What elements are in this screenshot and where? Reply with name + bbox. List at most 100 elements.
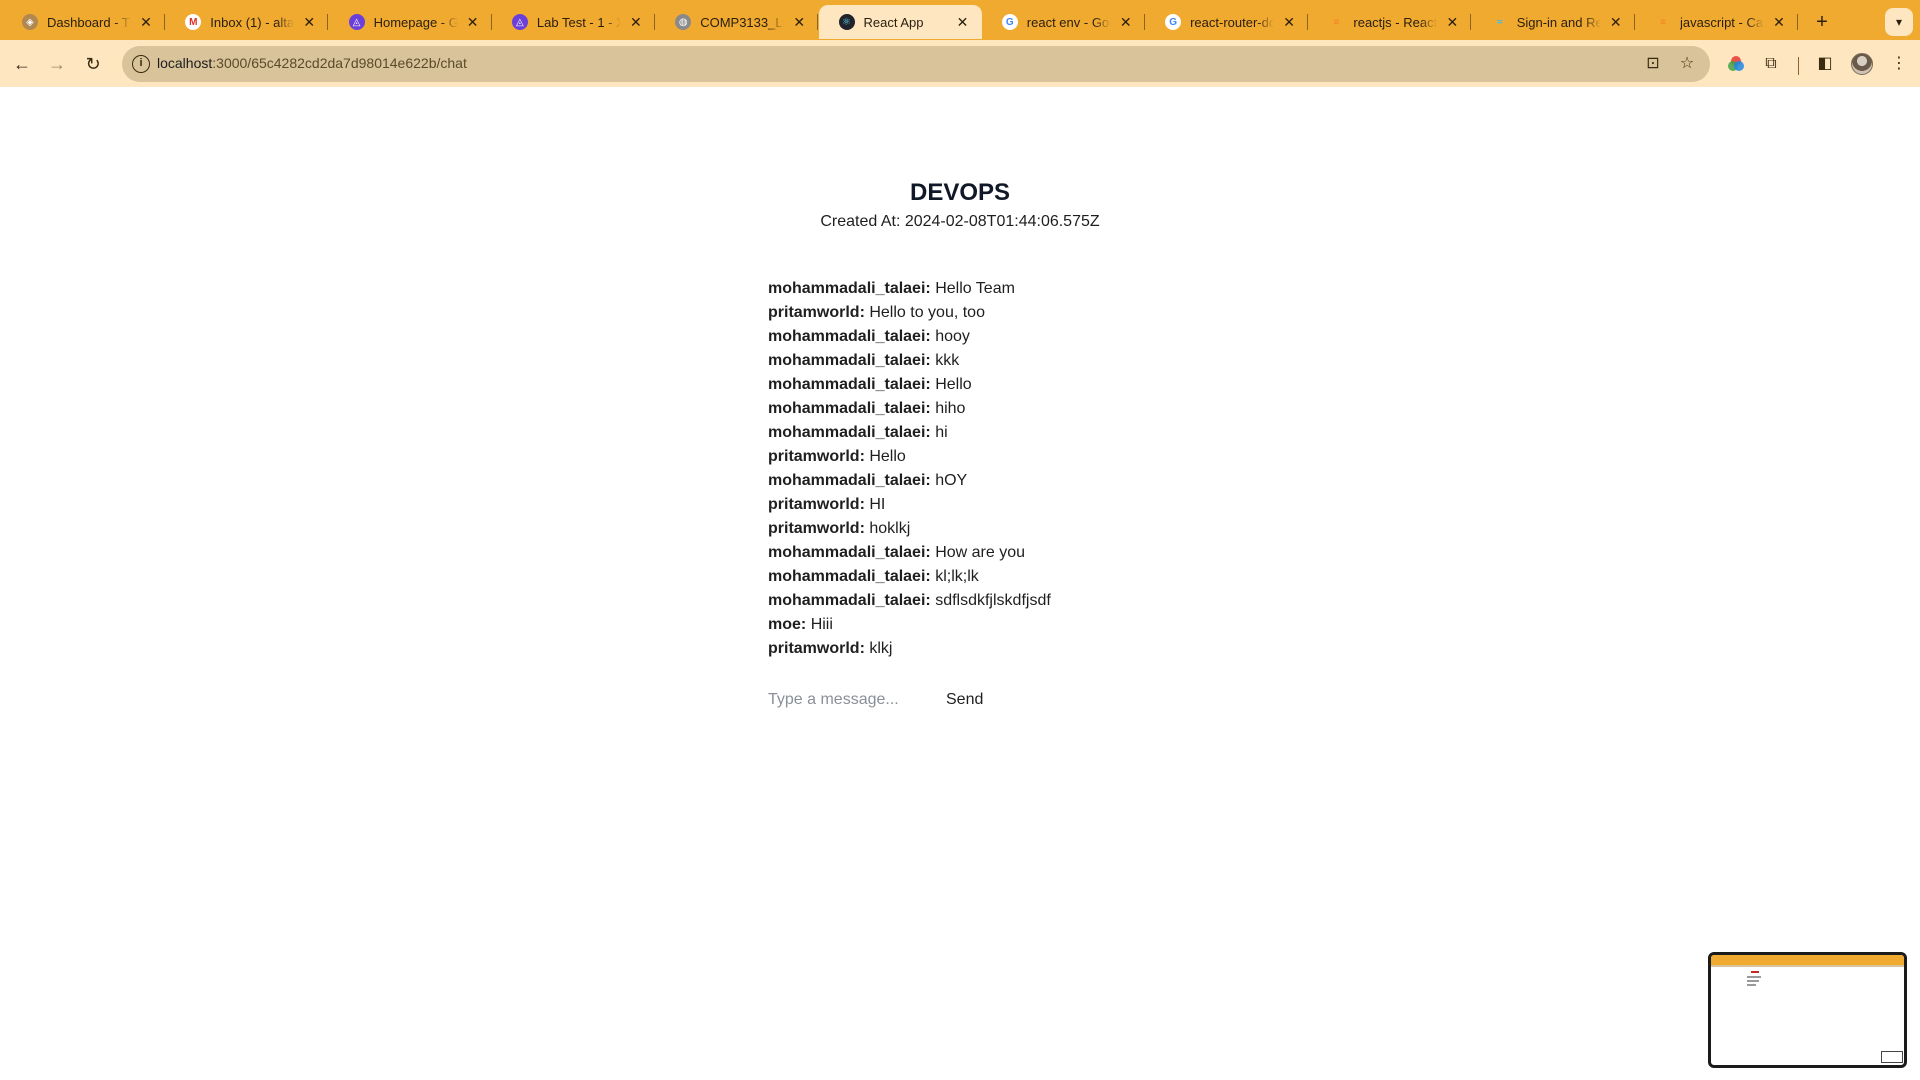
browser-tab[interactable]: ⚛ React App ✕ bbox=[818, 5, 982, 39]
tab-title: reactjs - React F bbox=[1353, 14, 1438, 30]
message-username: mohammadali_talaei: bbox=[768, 472, 931, 489]
browser-tab[interactable]: ◍ COMP3133_Lab ✕ bbox=[655, 5, 819, 39]
browser-tab[interactable]: ≈ Sign-in and Reg ✕ bbox=[1472, 5, 1635, 39]
message-text: kkk bbox=[935, 352, 960, 369]
install-app-icon[interactable]: ⊡ bbox=[1643, 54, 1663, 74]
chat-message: mohammadali_talaei: hi bbox=[768, 421, 1368, 445]
pip-nested-preview bbox=[1881, 1051, 1903, 1063]
chat-message: mohammadali_talaei: hiho bbox=[768, 397, 1368, 421]
google-icon: G bbox=[1001, 14, 1018, 30]
chat-message: mohammadali_talaei: hOY bbox=[768, 469, 1368, 493]
browser-tab[interactable]: Greact-router-do ✕ bbox=[1145, 5, 1309, 39]
tab-title: COMP3133_Lab bbox=[700, 14, 784, 30]
picture-in-picture-preview[interactable] bbox=[1708, 952, 1907, 1068]
reload-icon: ↻ bbox=[85, 54, 101, 74]
new-tab-button[interactable]: + bbox=[1808, 8, 1836, 36]
forward-button[interactable]: → bbox=[43, 50, 71, 78]
address-bar[interactable]: i localhost:3000/65c4282cd2da7d98014e622… bbox=[122, 46, 1710, 82]
pip-tab-strip bbox=[1711, 955, 1904, 965]
back-button[interactable]: ← bbox=[8, 50, 36, 78]
tab-close-icon[interactable]: ✕ bbox=[464, 13, 482, 31]
message-text: Hello to you, too bbox=[869, 304, 985, 321]
chat-message: moe: Hiii bbox=[768, 613, 1368, 637]
chat-message: mohammadali_talaei: Hello bbox=[768, 373, 1368, 397]
arrow-right-icon: → bbox=[48, 54, 66, 74]
more-menu-icon[interactable]: ⋮ bbox=[1885, 50, 1913, 78]
message-text: sdflsdkfjlskdfjsdf bbox=[935, 592, 1051, 609]
tab-close-icon[interactable]: ✕ bbox=[627, 13, 645, 31]
google-icon: G bbox=[1165, 14, 1182, 30]
tab-close-icon[interactable]: ✕ bbox=[1443, 13, 1461, 31]
side-panel-icon[interactable]: ◧ bbox=[1811, 50, 1839, 78]
toolbar-divider bbox=[1798, 57, 1799, 75]
color-extension-icon[interactable] bbox=[1722, 50, 1750, 78]
tab-title: React App bbox=[863, 14, 924, 30]
browser-tab[interactable]: ≡ javascript - Can ✕ bbox=[1635, 5, 1798, 39]
browser-tab[interactable]: ◈ Dashboard - Tir ✕ bbox=[2, 5, 165, 39]
room-created-at: Created At: 2024-02-08T01:44:06.575Z bbox=[820, 213, 1100, 230]
site-info-icon[interactable]: i bbox=[132, 55, 150, 73]
message-text: hoklkj bbox=[869, 520, 911, 537]
react-icon: ⚛ bbox=[838, 14, 855, 30]
browser-tab[interactable]: M Inbox (1) - altala ✕ bbox=[165, 5, 329, 39]
graphql-icon: ◬ bbox=[511, 14, 528, 30]
tab-close-icon[interactable]: ✕ bbox=[300, 13, 318, 31]
reload-button[interactable]: ↻ bbox=[79, 50, 107, 78]
tab-search-button[interactable]: ▾ bbox=[1885, 8, 1913, 36]
message-composer: Send bbox=[768, 685, 1168, 715]
message-username: pritamworld: bbox=[768, 496, 865, 513]
chat-message: pritamworld: HI bbox=[768, 493, 1368, 517]
browser-tab[interactable]: ≡ reactjs - React F ✕ bbox=[1308, 5, 1472, 39]
message-text: HI bbox=[869, 496, 886, 513]
profile-avatar[interactable] bbox=[1851, 53, 1873, 75]
message-text: Hello Team bbox=[935, 280, 1015, 297]
tab-strip: ◈ Dashboard - Tir ✕ M Inbox (1) - altala ✕ ◬ Ho… bbox=[0, 0, 1920, 40]
chevron-down-icon: ▾ bbox=[1895, 15, 1903, 29]
message-text: kl;lk;lk bbox=[935, 568, 979, 585]
pip-text-line bbox=[1747, 980, 1759, 982]
message-username: mohammadali_talaei: bbox=[768, 400, 931, 417]
chat-message: pritamworld: Hello bbox=[768, 445, 1368, 469]
message-text: Hello bbox=[869, 448, 906, 465]
graphql-icon: ◬ bbox=[348, 14, 365, 30]
extensions-puzzle-icon[interactable]: ⧉ bbox=[1757, 50, 1785, 78]
room-title: DEVOPS bbox=[909, 179, 1011, 206]
chat-message: mohammadali_talaei: sdflsdkfjlskdfjsdf bbox=[768, 589, 1368, 613]
url-host: localhost bbox=[157, 55, 213, 71]
chat-message: mohammadali_talaei: hooy bbox=[768, 325, 1368, 349]
chat-message: mohammadali_talaei: kkk bbox=[768, 349, 1368, 373]
tab-close-icon[interactable]: ✕ bbox=[1770, 13, 1788, 31]
message-username: pritamworld: bbox=[768, 520, 865, 537]
message-text: hiho bbox=[935, 400, 966, 417]
message-username: pritamworld: bbox=[768, 640, 865, 657]
tab-close-icon[interactable]: ✕ bbox=[1607, 13, 1625, 31]
chat-message: mohammadali_talaei: How are you bbox=[768, 541, 1368, 565]
tab-close-icon[interactable]: ✕ bbox=[1117, 13, 1135, 31]
message-username: mohammadali_talaei: bbox=[768, 352, 931, 369]
url-text[interactable]: localhost:3000/65c4282cd2da7d98014e622b/… bbox=[157, 55, 467, 71]
tab-title: react env - Goo bbox=[1026, 14, 1111, 30]
tab-close-icon[interactable]: ✕ bbox=[954, 13, 972, 31]
tab-title: react-router-do bbox=[1190, 14, 1275, 30]
tab-title: Dashboard - Tir bbox=[47, 14, 131, 30]
send-button[interactable]: Send bbox=[942, 685, 987, 715]
chat-message: pritamworld: hoklkj bbox=[768, 517, 1368, 541]
browser-tab[interactable]: ◬ Homepage - Ge ✕ bbox=[329, 5, 492, 39]
message-input[interactable] bbox=[768, 685, 928, 715]
chat-message: mohammadali_talaei: Hello Team bbox=[768, 277, 1368, 301]
browser-tab[interactable]: ◬ Lab Test - 1 - XL ✕ bbox=[492, 5, 655, 39]
message-username: mohammadali_talaei: bbox=[768, 376, 931, 393]
message-username: mohammadali_talaei: bbox=[768, 424, 931, 441]
bookmark-star-icon[interactable]: ☆ bbox=[1677, 54, 1697, 74]
browser-tab[interactable]: Greact env - Goo ✕ bbox=[982, 5, 1145, 39]
tab-close-icon[interactable]: ✕ bbox=[1280, 13, 1298, 31]
tab-close-icon[interactable]: ✕ bbox=[137, 13, 155, 31]
tab-title: Homepage - Ge bbox=[373, 14, 458, 30]
tab-close-icon[interactable]: ✕ bbox=[790, 13, 808, 31]
tab-title: Sign-in and Reg bbox=[1516, 14, 1601, 30]
message-list: mohammadali_talaei: Hello Team pritamworl… bbox=[768, 277, 1368, 661]
pip-toolbar bbox=[1711, 965, 1904, 967]
chat-message: pritamworld: klkj bbox=[768, 637, 1368, 661]
message-username: mohammadali_talaei: bbox=[768, 592, 931, 609]
pip-text-line bbox=[1747, 976, 1761, 978]
